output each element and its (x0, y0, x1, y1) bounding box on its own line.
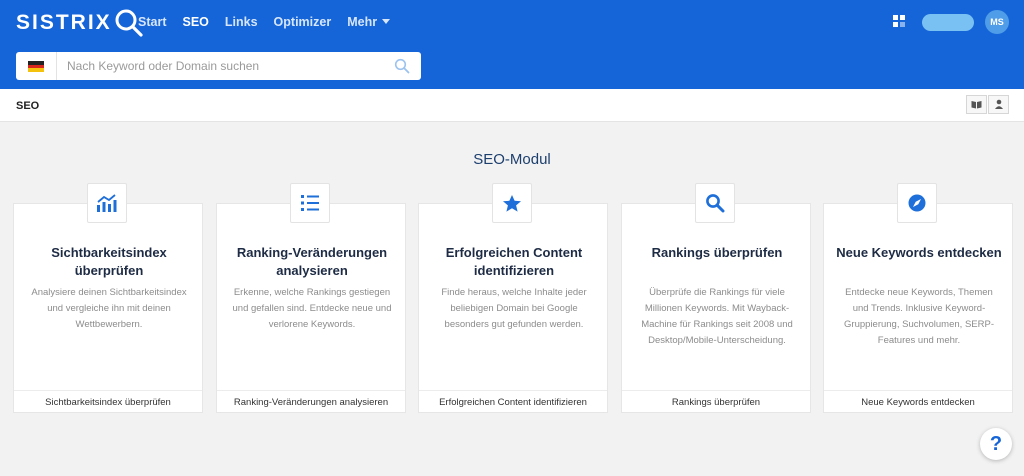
card-title: Neue Keywords entdecken (836, 245, 1002, 260)
user-settings-icon (994, 99, 1003, 109)
card-link-sichtbarkeitsindex[interactable]: Sichtbarkeitsindex überprüfen (14, 390, 202, 413)
nav-item-optimizer[interactable]: Optimizer (274, 14, 332, 30)
ranked-list-icon (301, 195, 319, 211)
user-avatar[interactable]: MS (985, 10, 1009, 34)
card-link-rankings-ueberpruefen[interactable]: Rankings überprüfen (622, 390, 810, 413)
card-title: Sichtbarkeitsindex überprüfen (51, 245, 167, 278)
logo-text: SISTRIX (16, 11, 112, 34)
card-link-ranking-veraenderungen[interactable]: Ranking-Veränderungen analysieren (217, 390, 405, 413)
card-rankings-ueberpruefen: Rankings überprüfen Überprüfe die Rankin… (621, 203, 811, 413)
search-icon (706, 194, 725, 213)
main-nav: Start SEO Links Optimizer Mehr (138, 14, 406, 30)
page-header-bar: SEO (0, 89, 1024, 122)
card-icon-box-content (492, 183, 532, 223)
top-navigation-bar: SISTRIX Start SEO Links Optimizer Mehr M… (0, 0, 1024, 89)
search-divider (56, 52, 57, 80)
search-bar (16, 52, 421, 80)
manual-button[interactable] (966, 95, 987, 114)
search-input[interactable] (67, 52, 387, 80)
page-title: SEO (16, 100, 40, 112)
card-icon-box-keywords (897, 183, 937, 223)
help-button[interactable]: ? (980, 428, 1012, 460)
card-description: Entdecke neue Keywords, Themen und Trend… (844, 287, 994, 346)
nav-item-links[interactable]: Links (225, 14, 258, 30)
search-icon[interactable] (394, 58, 410, 74)
card-description: Finde heraus, welche Inhalte jeder belie… (441, 287, 587, 330)
chevron-down-icon (382, 19, 391, 24)
nav-item-start[interactable]: Start (138, 14, 166, 30)
nav-item-seo[interactable]: SEO (182, 14, 208, 30)
star-icon (503, 194, 521, 212)
card-icon-box-visibility (87, 183, 127, 223)
card-description: Analysiere deinen Sichtbarkeitsindex und… (31, 287, 187, 330)
flag-de-icon[interactable] (28, 61, 44, 73)
card-link-neue-keywords[interactable]: Neue Keywords entdecken (824, 390, 1012, 413)
card-link-erfolgreichen-content[interactable]: Erfolgreichen Content identifizieren (419, 390, 607, 413)
card-title: Rankings überprüfen (651, 245, 783, 260)
card-icon-box-rankings-check (695, 183, 735, 223)
nav-item-mehr[interactable]: Mehr (347, 14, 391, 30)
chart-icon (97, 194, 117, 212)
card-ranking-veraenderungen: Ranking-Veränderungen analysieren Erkenn… (216, 203, 406, 413)
apps-grid-icon[interactable] (893, 15, 905, 27)
nav-item-mehr-label: Mehr (347, 15, 378, 29)
card-erfolgreichen-content: Erfolgreichen Content identifizieren Fin… (418, 203, 608, 413)
card-title: Erfolgreichen Content identifizieren (445, 245, 583, 278)
module-title: SEO-Modul (473, 151, 551, 168)
card-description: Erkenne, welche Rankings gestiegen und g… (232, 287, 392, 330)
settings-button[interactable] (988, 95, 1009, 114)
card-icon-box-ranking (290, 183, 330, 223)
book-icon (971, 101, 982, 109)
card-sichtbarkeitsindex: Sichtbarkeitsindex überprüfen Analysiere… (13, 203, 203, 413)
card-title: Ranking-Veränderungen analysieren (236, 245, 388, 278)
compass-icon (908, 194, 926, 212)
card-neue-keywords: Neue Keywords entdecken Entdecke neue Ke… (823, 203, 1013, 413)
card-description: Überprüfe die Rankings für viele Million… (641, 287, 793, 346)
account-pill-button[interactable] (922, 14, 974, 31)
sistrix-logo[interactable]: SISTRIX (16, 7, 144, 39)
